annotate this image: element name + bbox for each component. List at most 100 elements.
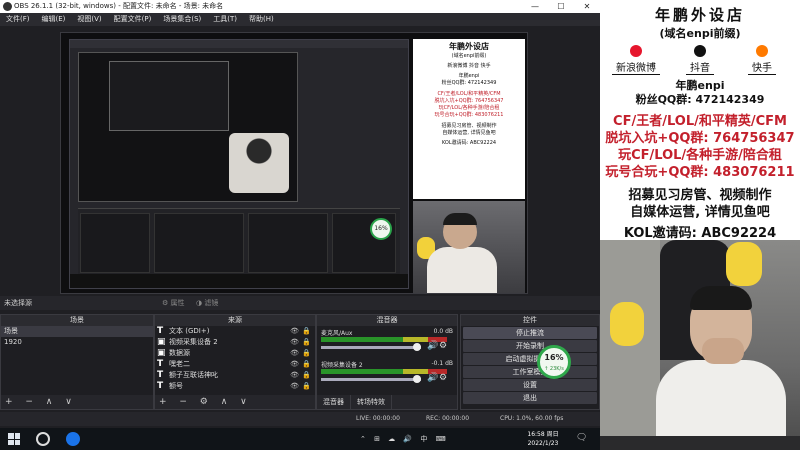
social-weibo: 新浪微博 — [606, 45, 666, 75]
eye-icon[interactable]: 👁 — [290, 326, 299, 337]
notification-icon[interactable]: 🗨 — [576, 433, 587, 443]
source-item[interactable]: T 嘿老二 👁 🔒 — [155, 359, 315, 370]
system-tray[interactable]: ⌃ ⊞ ☁ 🔊 中 ⌨ — [360, 428, 449, 450]
preview-line-7: KOL邀请码: ABC92224 — [441, 140, 497, 146]
fans-group: 粉丝QQ群: 472142349 — [635, 93, 765, 106]
volume-slider[interactable] — [321, 346, 421, 349]
menu-scene-collection[interactable]: 场景集合(S) — [157, 13, 207, 26]
sources-toolbar[interactable]: + − ⚙ ∧ ∨ — [155, 395, 315, 409]
source-item[interactable]: ▣ 数据源 👁 🔒 — [155, 348, 315, 359]
mixer-tabs: 混音器 转场特效 — [317, 395, 457, 409]
source-item[interactable]: T 文本 (GDI+) 👁 🔒 — [155, 326, 315, 337]
source-label: 文本 (GDI+) — [169, 327, 210, 335]
channel-label: 视频采集设备 2 — [321, 362, 363, 369]
stop-streaming-button[interactable]: 停止推流 — [463, 327, 597, 339]
tab-transitions[interactable]: 转场特效 — [351, 395, 392, 409]
nested-docks — [78, 208, 400, 278]
menu-profile[interactable]: 配置文件(P) — [108, 13, 158, 26]
windows-start-icon[interactable] — [8, 433, 20, 445]
menu-file[interactable]: 文件(F) — [0, 13, 36, 26]
social-name: 快手 — [748, 59, 776, 75]
maximize-button[interactable]: ☐ — [548, 0, 574, 13]
source-item[interactable]: T 额子互联话神叱 👁 🔒 — [155, 370, 315, 381]
eye-icon[interactable]: 👁 — [290, 381, 299, 392]
scene-item[interactable]: 场景 — [1, 326, 153, 337]
menu-help[interactable]: 帮助(H) — [243, 13, 280, 26]
gear-icon[interactable]: ⚙ — [439, 341, 447, 351]
nested-taskbar — [70, 274, 408, 288]
cpu-fps: CPU: 1.0%, 60.00 fps — [500, 415, 564, 422]
preview-person-body — [427, 247, 497, 293]
games-line-1: CF/王者/LOL/和平精英/CFM — [613, 114, 787, 129]
preview-info-panel: 年鹏外设店 (域名enpi前缀) 新浪微博 抖音 快手 年鹏enpi 粉丝QQ群… — [413, 39, 525, 199]
lock-icon[interactable]: 🔒 — [302, 359, 311, 370]
douyin-icon — [694, 45, 706, 57]
lock-icon[interactable]: 🔒 — [302, 370, 311, 381]
source-item[interactable]: T 额号 👁 🔒 — [155, 381, 315, 392]
eye-icon[interactable]: 👁 — [290, 348, 299, 359]
preview-line-4: 玩号合玩+QQ群: 483076211 — [434, 112, 504, 118]
text-source-icon: T — [157, 370, 164, 380]
stream-info-panel: 年鹏外设店 (域名enpi前缀) 新浪微博 抖音 快手 年鹏enpi 粉丝QQ群… — [600, 0, 800, 241]
window-title: OBS 26.1.1 (32-bit, windows) - 配置文件: 未命名… — [14, 2, 224, 10]
controls-header: 控件 — [461, 315, 599, 326]
volume-slider-handle[interactable] — [413, 343, 421, 351]
streamer-nick: 年鹏enpi — [675, 79, 725, 92]
clock-date: 2022/1/23 — [527, 440, 559, 447]
preview-canvas[interactable]: 16% 年鹏外设店 (域名enpi前缀) 新浪微博 抖音 快手 年鹏enpi 粉… — [60, 32, 528, 294]
scene-item[interactable]: 1920 — [1, 337, 153, 348]
speaker-icon[interactable]: 🔊 — [427, 373, 438, 383]
eye-icon[interactable]: 👁 — [290, 359, 299, 370]
lock-icon[interactable]: 🔒 — [302, 381, 311, 392]
image-source-icon: ▣ — [157, 348, 166, 358]
volume-slider[interactable] — [321, 378, 421, 381]
qq-group-2: 玩号合玩+QQ群: 483076211 — [605, 165, 795, 180]
menu-tools[interactable]: 工具(T) — [207, 13, 243, 26]
shop-subtitle: (域名enpi前缀) — [659, 27, 741, 40]
lock-icon[interactable]: 🔒 — [302, 348, 311, 359]
upload-speed: ↑ 23K/s — [544, 366, 564, 372]
source-label: 额子互联话神叱 — [169, 371, 218, 379]
eye-icon[interactable]: 👁 — [290, 337, 299, 348]
text-source-icon: T — [157, 326, 164, 336]
speaker-icon[interactable]: 🔊 — [427, 341, 438, 351]
rec-timer: REC: 00:00:00 — [426, 415, 470, 422]
exit-button[interactable]: 退出 — [463, 392, 597, 404]
preview-line-1: CF/王者/LOL/和平精英/CFM — [437, 91, 501, 97]
eye-icon[interactable]: 👁 — [290, 370, 299, 381]
settings-button[interactable]: 设置 — [463, 379, 597, 391]
menu-edit[interactable]: 编辑(E) — [36, 13, 72, 26]
obs-logo-icon — [3, 2, 12, 11]
studio-mode-button[interactable]: 工作室模式 — [463, 366, 597, 378]
gear-icon[interactable]: ⚙ — [439, 373, 447, 383]
menu-view[interactable]: 视图(V) — [71, 13, 107, 26]
scenes-toolbar[interactable]: + − ∧ ∨ — [1, 395, 153, 409]
recruit-line-2: 自媒体运营, 详情见鱼吧 — [630, 205, 770, 220]
properties-button[interactable]: ⚙ 属性 — [162, 296, 185, 310]
video-source-icon: ▣ — [157, 337, 166, 347]
source-item[interactable]: ▣ 视频采集设备 2 👁 🔒 — [155, 337, 315, 348]
filters-button[interactable]: ◑ 滤镜 — [196, 296, 218, 310]
minimize-button[interactable]: — — [522, 0, 548, 13]
social-kuaishou: 快手 — [732, 45, 792, 75]
mixer-channel: 麦克风/Aux 0.0 dB 🔊 ⚙ — [317, 326, 457, 358]
preview-shop-subtitle: (域名enpi前缀) — [451, 53, 487, 59]
browser-taskbar-icon[interactable] — [66, 432, 80, 446]
channel-db: 0.0 dB — [433, 328, 453, 335]
preview-webcam — [413, 201, 525, 293]
nested-scenes-dock — [80, 213, 150, 273]
recruit-line-1: 招募见习房管、视频制作 — [628, 188, 772, 203]
lock-icon[interactable]: 🔒 — [302, 337, 311, 348]
volume-slider-handle[interactable] — [413, 375, 421, 383]
preview-social-douyin: 抖音 — [468, 63, 479, 69]
preview-nick: 年鹏enpi — [458, 73, 480, 79]
close-button[interactable]: ✕ — [574, 0, 600, 13]
lock-icon[interactable]: 🔒 — [302, 326, 311, 337]
obs-taskbar-icon[interactable] — [36, 432, 50, 446]
taskbar-clock[interactable]: 16:58 周日 2022/1/23 — [520, 430, 566, 448]
start-virtual-camera-button[interactable]: 启动虚拟摄像机 — [463, 353, 597, 365]
start-recording-button[interactable]: 开始录制 — [463, 340, 597, 352]
text-source-icon: T — [157, 359, 164, 369]
preview-fans: 粉丝QQ群: 472142349 — [441, 80, 497, 86]
tab-mixer[interactable]: 混音器 — [317, 395, 351, 409]
